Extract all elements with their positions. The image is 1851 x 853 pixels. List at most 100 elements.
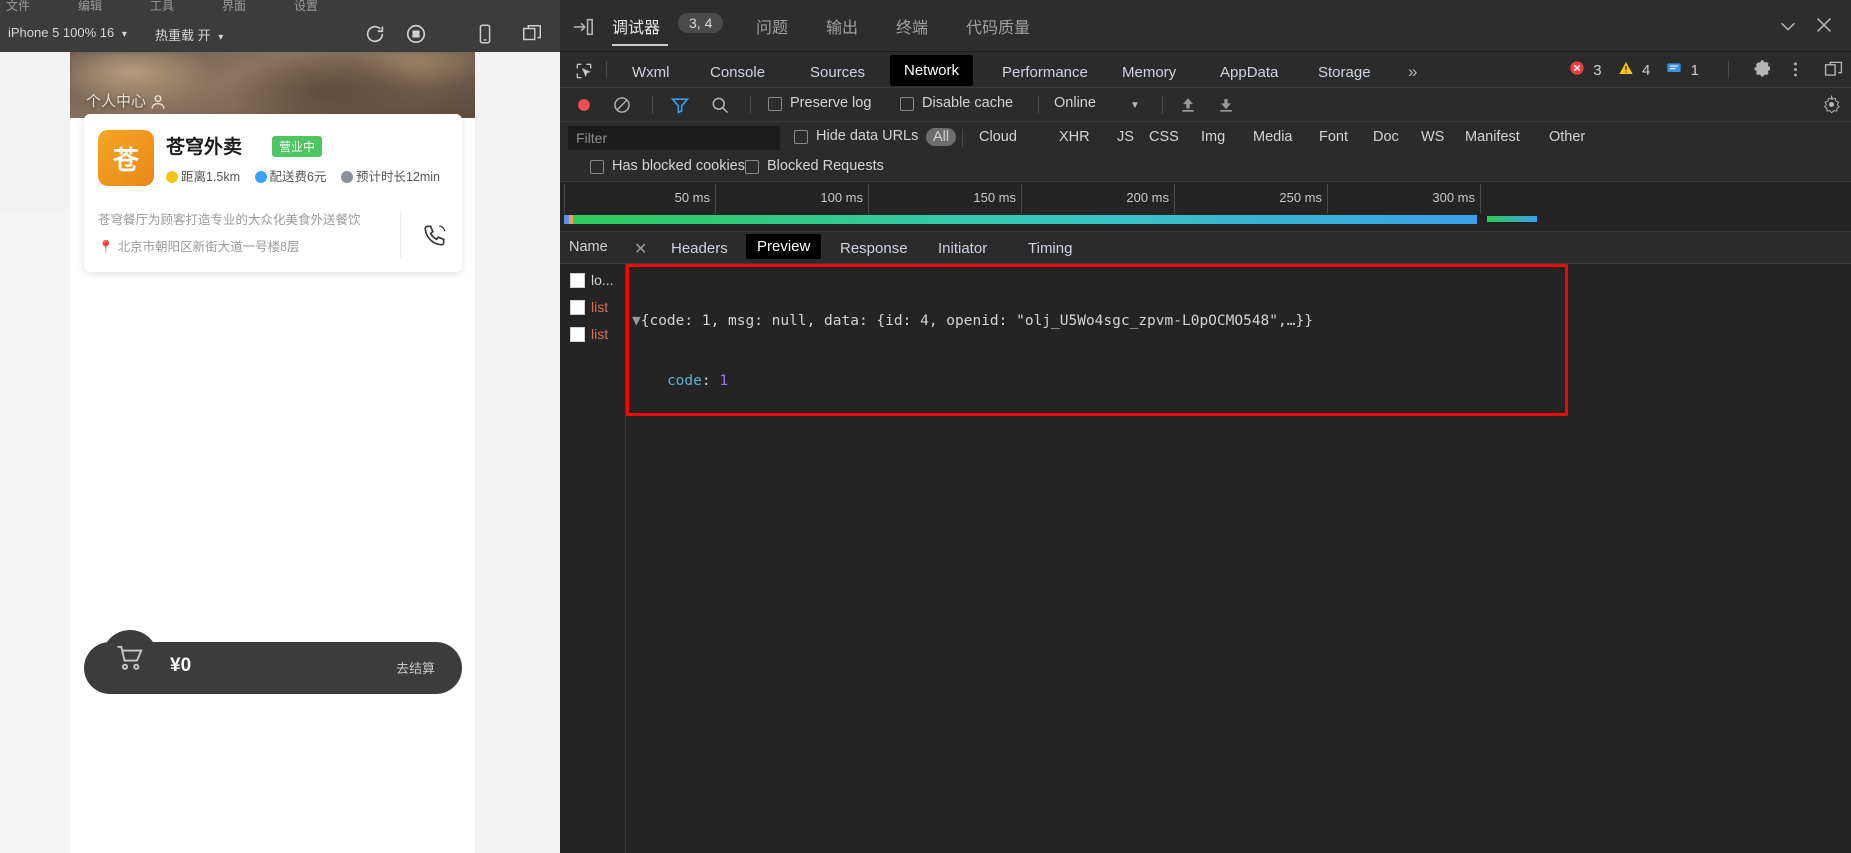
cart-bar[interactable]: ¥0 去结算 xyxy=(84,642,462,694)
tab-sources[interactable]: Sources xyxy=(800,61,875,84)
tab-debugger[interactable]: 调试器 xyxy=(612,14,660,38)
filter-type-manifest[interactable]: Manifest xyxy=(1458,128,1527,146)
blocked-requests-checkbox[interactable] xyxy=(745,160,759,174)
ide-menu-item-3[interactable]: 界面 xyxy=(222,0,246,14)
json-key-code: code xyxy=(667,373,702,389)
filter-input[interactable] xyxy=(568,126,780,150)
request-row[interactable]: list xyxy=(560,295,626,322)
tab-wxml[interactable]: Wxml xyxy=(622,61,680,84)
tab-issues[interactable]: 问题 xyxy=(756,14,788,38)
tab-console[interactable]: Console xyxy=(700,61,775,84)
tabbar-divider xyxy=(606,61,607,79)
toolbar-divider xyxy=(750,96,751,114)
request-row[interactable]: list xyxy=(560,322,626,349)
detail-tab-headers[interactable]: Headers xyxy=(662,238,737,259)
json-line-root[interactable]: ▼{code: 1, msg: null, data: {id: 4, open… xyxy=(632,311,1851,331)
close-detail-icon[interactable]: ✕ xyxy=(634,239,647,259)
inspect-element-icon[interactable] xyxy=(574,61,594,81)
tab-memory[interactable]: Memory xyxy=(1112,61,1186,84)
filter-type-xhr[interactable]: XHR xyxy=(1052,128,1097,146)
chevron-down-icon[interactable] xyxy=(1777,15,1799,37)
tab-storage[interactable]: Storage xyxy=(1308,61,1381,84)
filter-type-other[interactable]: Other xyxy=(1542,128,1592,146)
filter-type-img[interactable]: Img xyxy=(1194,128,1232,146)
network-filter-bar: Hide data URLs All Cloud XHR JS CSS Img … xyxy=(560,122,1851,154)
filter-icon[interactable] xyxy=(670,95,690,115)
disable-cache-label[interactable]: Disable cache xyxy=(922,95,1013,111)
overflow-menu-icon[interactable] xyxy=(1786,60,1805,84)
network-overview-timeline[interactable]: 50 ms 100 ms 150 ms 200 ms 250 ms 300 ms xyxy=(560,182,1851,232)
filter-type-font[interactable]: Font xyxy=(1312,128,1355,146)
request-name[interactable]: list xyxy=(591,326,608,342)
network-settings-gear-icon[interactable] xyxy=(1822,95,1841,119)
tab-code-quality[interactable]: 代码质量 xyxy=(966,14,1030,38)
phone-icon[interactable] xyxy=(474,23,496,45)
detail-tab-preview[interactable]: Preview xyxy=(746,234,821,259)
filter-type-media[interactable]: Media xyxy=(1246,128,1300,146)
chevron-down-icon: ▾ xyxy=(122,29,127,40)
hide-data-urls-label[interactable]: Hide data URLs xyxy=(816,128,918,144)
preserve-log-checkbox[interactable] xyxy=(768,97,782,111)
message-icon[interactable] xyxy=(1666,60,1682,80)
close-icon[interactable] xyxy=(1813,14,1835,36)
filter-type-css[interactable]: CSS xyxy=(1142,128,1186,146)
detail-tab-timing[interactable]: Timing xyxy=(1019,238,1081,259)
ide-menu-item-4[interactable]: 设置 xyxy=(294,0,318,14)
filter-type-ws[interactable]: WS xyxy=(1414,128,1451,146)
toolbar-divider xyxy=(1162,96,1163,114)
request-row[interactable]: lo... xyxy=(560,268,626,295)
detail-tab-response[interactable]: Response xyxy=(831,238,917,259)
tab-output[interactable]: 输出 xyxy=(826,14,858,38)
tab-performance[interactable]: Performance xyxy=(992,61,1098,84)
ide-menu-item-1[interactable]: 编辑 xyxy=(78,0,102,14)
filter-type-js[interactable]: JS xyxy=(1110,128,1141,146)
more-tabs-icon[interactable]: » xyxy=(1408,62,1417,82)
column-header-name[interactable]: Name xyxy=(569,239,608,255)
record-icon[interactable] xyxy=(574,95,594,115)
clear-icon[interactable] xyxy=(612,95,632,115)
toggle-layout-icon[interactable] xyxy=(572,16,594,38)
has-blocked-cookies-label[interactable]: Has blocked cookies xyxy=(612,158,745,174)
throttling-select[interactable]: Online xyxy=(1054,95,1096,111)
filter-type-cloud[interactable]: Cloud xyxy=(972,128,1024,146)
stop-icon[interactable] xyxy=(405,23,427,45)
disable-cache-checkbox[interactable] xyxy=(900,97,914,111)
tab-network[interactable]: Network xyxy=(890,55,973,86)
blocked-requests-label[interactable]: Blocked Requests xyxy=(767,158,884,174)
shop-eta: 预计时长12min xyxy=(341,170,440,184)
error-icon[interactable] xyxy=(1569,60,1585,80)
refresh-icon[interactable] xyxy=(364,23,386,45)
warning-icon[interactable] xyxy=(1618,60,1634,80)
error-count: 3 xyxy=(1593,62,1601,79)
phone-call-icon[interactable] xyxy=(422,222,448,248)
dock-window-icon[interactable] xyxy=(1824,60,1843,84)
tab-terminal[interactable]: 终端 xyxy=(896,14,928,38)
has-blocked-cookies-checkbox[interactable] xyxy=(590,160,604,174)
device-selector[interactable]: iPhone 5 100% 16 ▾ xyxy=(8,25,127,40)
preserve-log-label[interactable]: Preserve log xyxy=(790,95,871,111)
search-icon[interactable] xyxy=(710,95,730,115)
request-type-icon xyxy=(570,300,585,315)
timeline-tick-label: 100 ms xyxy=(820,190,868,205)
filter-type-doc[interactable]: Doc xyxy=(1366,128,1406,146)
import-har-icon[interactable] xyxy=(1178,95,1198,115)
chevron-down-icon[interactable]: ▼ xyxy=(1130,100,1140,111)
hide-data-urls-checkbox[interactable] xyxy=(794,130,808,144)
detail-tab-initiator[interactable]: Initiator xyxy=(929,238,996,259)
export-har-icon[interactable] xyxy=(1216,95,1236,115)
filter-type-all[interactable]: All xyxy=(926,128,956,146)
expand-triangle-icon[interactable]: ▼ xyxy=(632,313,641,329)
hot-reload-selector[interactable]: 热重载 开 ▾ xyxy=(155,25,223,44)
json-preview-tree[interactable]: ▼{code: 1, msg: null, data: {id: 4, open… xyxy=(632,270,1851,412)
request-name[interactable]: list xyxy=(591,299,608,315)
tab-appdata[interactable]: AppData xyxy=(1210,61,1288,84)
window-icon[interactable] xyxy=(521,23,543,45)
checkout-button[interactable]: 去结算 xyxy=(396,658,435,677)
ide-menu-item-0[interactable]: 文件 xyxy=(6,0,30,14)
gear-icon[interactable] xyxy=(1754,60,1773,84)
timeline-request-track xyxy=(564,215,1477,224)
ide-menu-item-2[interactable]: 工具 xyxy=(150,0,174,14)
cart-icon[interactable] xyxy=(102,630,158,686)
message-count: 1 xyxy=(1691,62,1699,79)
request-name[interactable]: lo... xyxy=(591,272,614,288)
